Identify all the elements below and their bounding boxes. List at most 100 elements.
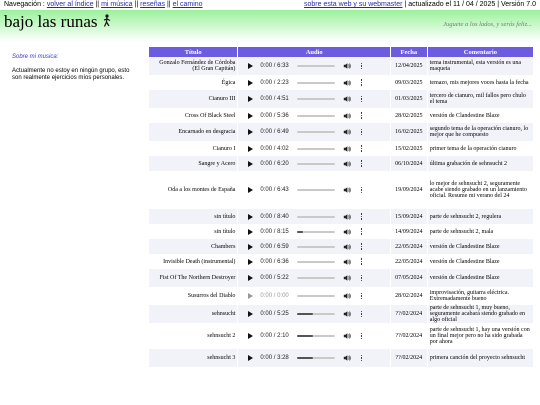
audio-cell: 0:00 / 5:25: [238, 305, 390, 323]
volume-icon[interactable]: [343, 145, 352, 153]
more-vertical-icon[interactable]: [359, 228, 363, 236]
nav-link-about[interactable]: sobre esta web y su webmaster: [304, 1, 402, 8]
audio-player[interactable]: 0:00 / 0:00: [240, 289, 388, 304]
audio-progress-slider[interactable]: [297, 215, 336, 218]
audio-progress-slider[interactable]: [297, 335, 336, 337]
audio-player[interactable]: 0:00 / 4:51: [240, 92, 388, 107]
play-icon[interactable]: [248, 213, 254, 220]
audio-player[interactable]: 0:00 / 8:40: [240, 209, 388, 224]
more-vertical-icon[interactable]: [359, 186, 363, 194]
volume-icon[interactable]: [343, 186, 352, 194]
audio-progress-slider[interactable]: [297, 313, 336, 315]
volume-icon[interactable]: [343, 213, 352, 221]
volume-icon[interactable]: [343, 274, 352, 282]
audio-player[interactable]: 0:00 / 5:36: [240, 108, 388, 123]
audio-player[interactable]: 0:00 / 6:20: [240, 156, 388, 171]
play-icon[interactable]: [248, 187, 254, 193]
play-icon[interactable]: [248, 112, 254, 119]
more-vertical-icon[interactable]: [359, 310, 363, 318]
play-icon[interactable]: [248, 355, 254, 361]
audio-player[interactable]: 0:00 / 4:02: [240, 141, 388, 156]
audio-player[interactable]: 0:00 / 8:15: [240, 224, 388, 239]
nav-link-music[interactable]: mi música: [101, 1, 133, 8]
play-icon[interactable]: [248, 275, 254, 281]
volume-icon[interactable]: [343, 128, 352, 136]
play-icon[interactable]: [248, 129, 254, 135]
audio-player[interactable]: 0:00 / 6:59: [240, 239, 388, 254]
table-row: Fist Of The Northern Destroyer 0:00 / 5:2…: [149, 269, 533, 287]
more-vertical-icon[interactable]: [359, 95, 363, 103]
more-vertical-icon[interactable]: [359, 160, 363, 168]
audio-player[interactable]: 0:00 / 5:25: [240, 307, 388, 322]
more-vertical-icon[interactable]: [359, 332, 363, 340]
volume-icon[interactable]: [343, 62, 352, 70]
audio-player[interactable]: 0:00 / 6:33: [240, 59, 388, 74]
nav-link-reviews[interactable]: reseñas: [140, 1, 165, 8]
audio-time: 0:00 / 2:10: [260, 333, 289, 339]
more-vertical-icon[interactable]: [359, 292, 363, 300]
table-row: sehnsucht 2 0:00 / 2:10 ??/02/2024 parte de…: [149, 323, 533, 349]
column-header-comment: Comentario: [427, 47, 533, 57]
more-vertical-icon[interactable]: [359, 128, 363, 136]
nav-link-path[interactable]: el camino: [173, 1, 203, 8]
song-title: Invisible Death (instrumental): [149, 254, 238, 269]
nav-link-index[interactable]: volver al índice: [47, 1, 94, 8]
audio-progress-slider[interactable]: [297, 98, 336, 100]
more-vertical-icon[interactable]: [359, 243, 363, 251]
audio-player[interactable]: 0:00 / 2:23: [240, 75, 388, 90]
more-vertical-icon[interactable]: [359, 112, 363, 120]
audio-progress-slider[interactable]: [297, 260, 336, 263]
play-icon[interactable]: [248, 333, 254, 339]
play-icon[interactable]: [248, 79, 254, 86]
audio-progress-slider[interactable]: [297, 189, 336, 191]
volume-icon[interactable]: [343, 332, 352, 340]
volume-icon[interactable]: [343, 112, 352, 120]
more-vertical-icon[interactable]: [359, 213, 363, 221]
audio-player[interactable]: 0:00 / 2:10: [240, 329, 388, 344]
more-vertical-icon[interactable]: [359, 258, 363, 266]
play-icon[interactable]: [248, 96, 254, 102]
play-icon[interactable]: [248, 160, 254, 167]
volume-icon[interactable]: [343, 310, 352, 318]
audio-progress-slider[interactable]: [297, 277, 336, 279]
audio-progress-slider[interactable]: [297, 114, 336, 117]
play-icon[interactable]: [248, 311, 254, 317]
volume-icon[interactable]: [343, 95, 352, 103]
play-icon[interactable]: [248, 293, 254, 299]
play-icon[interactable]: [248, 145, 254, 152]
audio-player[interactable]: 0:00 / 6:36: [240, 254, 388, 269]
audio-player[interactable]: 0:00 / 6:49: [240, 125, 388, 140]
audio-player[interactable]: 0:00 / 3:28: [240, 351, 388, 366]
volume-icon[interactable]: [343, 228, 352, 236]
audio-progress-slider[interactable]: [297, 245, 336, 248]
more-vertical-icon[interactable]: [359, 79, 363, 87]
audio-player[interactable]: 0:00 / 5:22: [240, 271, 388, 286]
more-vertical-icon[interactable]: [359, 274, 363, 282]
play-icon[interactable]: [248, 258, 254, 265]
audio-progress-slider[interactable]: [297, 147, 336, 150]
volume-icon[interactable]: [343, 292, 352, 300]
volume-icon[interactable]: [343, 79, 352, 87]
more-vertical-icon[interactable]: [359, 62, 363, 70]
audio-progress-slider[interactable]: [297, 230, 336, 233]
audio-player[interactable]: 0:00 / 6:43: [240, 183, 388, 198]
song-date: 06/10/2024: [390, 156, 427, 171]
more-vertical-icon[interactable]: [359, 354, 363, 362]
volume-icon[interactable]: [343, 354, 352, 362]
volume-icon[interactable]: [343, 243, 352, 251]
audio-progress-slider[interactable]: [297, 162, 336, 165]
audio-progress-slider[interactable]: [297, 131, 336, 133]
play-icon[interactable]: [248, 243, 254, 250]
table-row: Gonzalo Fernández de Córdoba (El Gran Ca…: [149, 57, 533, 75]
volume-icon[interactable]: [343, 160, 352, 168]
audio-progress-slider[interactable]: [297, 65, 336, 67]
more-vertical-icon[interactable]: [359, 145, 363, 153]
volume-icon[interactable]: [343, 258, 352, 266]
audio-progress-slider[interactable]: [297, 81, 336, 84]
audio-progress-slider[interactable]: [297, 357, 336, 359]
play-icon[interactable]: [248, 228, 254, 235]
table-row: sehnsucht 3 0:00 / 3:28 ??/02/2024 primera …: [149, 349, 533, 367]
song-title: sin título: [149, 224, 238, 239]
audio-progress-slider[interactable]: [297, 295, 336, 297]
play-icon[interactable]: [248, 63, 254, 69]
